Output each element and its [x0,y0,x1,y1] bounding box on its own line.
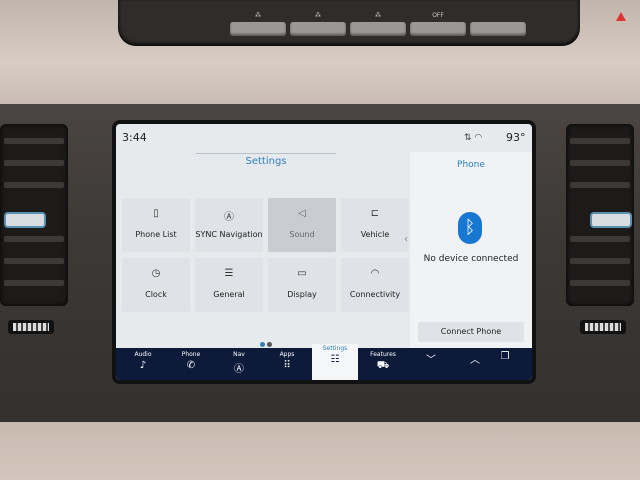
defrost-rear-button[interactable] [350,22,406,36]
apps-grid-icon: ⠿ [283,360,291,371]
tile-label: Display [287,290,317,299]
music-note-icon: ♪ [139,360,147,371]
tile-sync-navigation[interactable]: Ⓐ SYNC Navigation [195,198,263,252]
nav-label: Features [370,351,396,358]
connection-status: No device connected [423,254,519,264]
clock-icon: ◷ [151,268,161,279]
bluetooth-icon: ᛒ [458,212,482,244]
page-dot-active[interactable] [260,342,265,347]
tile-general[interactable]: ☰ General [195,258,263,312]
tile-label: Clock [145,290,167,299]
navigation-icon: Ⓐ [224,212,234,223]
right-air-vent [566,124,634,306]
sliders-icon: ☰ [224,268,234,279]
wifi-icon: ◠ [370,268,380,279]
infotainment-screen: 3:44 ⇅ ◠ 93° Settings ▯ Phone List Ⓐ SYN… [116,124,532,380]
tile-vehicle[interactable]: ⊏ Vehicle [341,198,409,252]
phone-list-icon: ▯ [153,208,159,219]
auto-stop-icon: OFF [432,12,444,19]
nav-settings[interactable]: Settings ☷ [312,344,358,380]
tile-label: Connectivity [349,290,401,299]
windows-icon: ❐ [500,351,510,362]
vent-knob[interactable] [4,212,46,228]
defrost-rear-icon: ⁂ [375,12,381,19]
display-icon: ▭ [297,268,307,279]
defrost-max-button[interactable] [290,22,346,36]
defrost-front-button[interactable] [230,22,286,36]
speaker-icon: ◁ [298,208,306,219]
nav-windows[interactable]: ❐ [482,348,528,380]
phone-icon: ✆ [186,360,196,371]
nav-phone[interactable]: Phone ✆ [168,348,214,380]
chevron-left-icon[interactable]: ‹ [404,234,408,245]
tile-sound[interactable]: ◁ Sound [268,198,336,252]
nav-label: Phone [181,351,201,358]
tile-phone-list[interactable]: ▯ Phone List [122,198,190,252]
connect-phone-button[interactable]: Connect Phone [418,322,524,342]
signal-wifi-icons: ⇅ ◠ [464,133,483,143]
tile-label: General [213,290,245,299]
tile-label: Phone List [135,230,177,239]
settings-sliders-icon: ☷ [330,354,340,365]
auto-stop-button[interactable] [410,22,466,36]
car-features-icon: ⛟ [376,360,390,371]
tile-label: Sound [289,230,315,239]
tile-clock[interactable]: ◷ Clock [122,258,190,312]
hvac-panel: ⁂ ⁂ ⁂ OFF [118,0,626,46]
vent-thumbwheel[interactable] [580,320,626,334]
nav-features[interactable]: Features ⛟ [360,348,406,380]
vent-thumbwheel[interactable] [8,320,54,334]
left-air-vent [0,124,68,306]
nav-label: Settings [322,345,348,352]
phone-panel-title: Phone [457,160,485,170]
settings-title: Settings [245,156,287,167]
tile-connectivity[interactable]: ◠ Connectivity [341,258,409,312]
nav-collapse[interactable]: ﹀ [408,348,454,380]
vent-knob[interactable] [590,212,632,228]
tile-label: Vehicle [360,230,390,239]
phone-panel: Phone ᛒ No device connected Connect Phon… [410,152,532,348]
hazard-button[interactable] [470,22,526,36]
title-divider [196,153,336,154]
clock-time: 3:44 [122,131,147,144]
nav-apps[interactable]: Apps ⠿ [264,348,310,380]
status-bar: 3:44 ⇅ ◠ 93° [116,124,532,152]
defrost-front-icon: ⁂ [255,12,261,19]
bottom-nav-bar: Audio ♪ Phone ✆ Nav Ⓐ Apps ⠿ Settings ☷ … [116,344,532,380]
nav-nav[interactable]: Nav Ⓐ [216,348,262,380]
navigation-icon: Ⓐ [234,364,244,375]
tile-label: SYNC Navigation [195,230,263,239]
chevron-down-icon: ﹀ [426,355,436,366]
nav-label: Audio [134,351,152,358]
page-dot[interactable] [267,342,272,347]
outside-temperature: 93° [506,131,526,144]
tile-display[interactable]: ▭ Display [268,258,336,312]
vehicle-icon: ⊏ [370,208,380,219]
nav-audio[interactable]: Audio ♪ [120,348,166,380]
nav-label: Nav [233,351,245,358]
nav-label: Apps [279,351,295,358]
defrost-max-icon: ⁂ [315,12,321,19]
hazard-icon [616,12,626,21]
